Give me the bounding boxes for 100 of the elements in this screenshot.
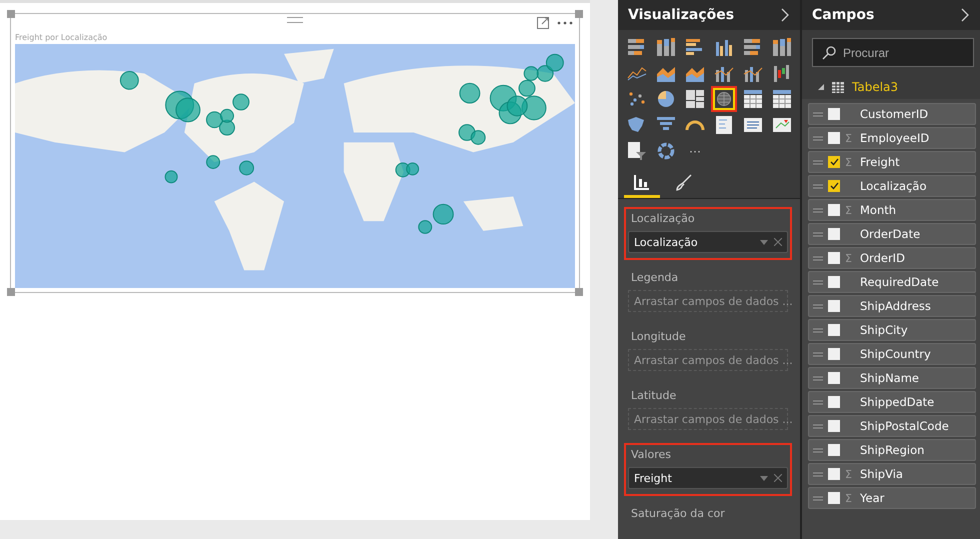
slicer-chart-icon — [713, 114, 735, 136]
sigma-icon: Σ — [845, 468, 855, 480]
drag-handle-icon[interactable] — [813, 136, 823, 140]
visual-type-button[interactable] — [771, 88, 793, 110]
field-name: OrderDate — [860, 227, 920, 241]
well-label: Legenda — [630, 271, 680, 284]
resize-handle[interactable] — [575, 10, 583, 18]
field-item[interactable]: Σ Year — [808, 487, 976, 509]
field-item[interactable]: ShipPostalCode — [808, 415, 976, 437]
well-label: Localização — [630, 212, 696, 225]
field-item[interactable]: Σ EmployeeID — [808, 127, 976, 149]
sigma-icon: Σ — [845, 132, 855, 144]
field-checkbox[interactable] — [828, 492, 840, 504]
drag-grip-icon[interactable] — [287, 17, 303, 23]
field-name: Month — [860, 203, 896, 217]
visual-type-button[interactable] — [655, 88, 677, 110]
drag-handle-icon[interactable] — [813, 400, 823, 404]
search-field[interactable]: Procurar — [812, 38, 974, 67]
field-item[interactable]: ShipName — [808, 367, 976, 389]
field-checkbox[interactable] — [828, 252, 840, 264]
field-checkbox[interactable] — [828, 300, 840, 312]
drag-handle-icon[interactable] — [813, 376, 823, 380]
field-chip[interactable]: Localização — [628, 231, 788, 253]
visual-type-button[interactable] — [655, 140, 677, 162]
drag-handle-icon[interactable] — [813, 160, 823, 164]
field-item[interactable]: ShipAddress — [808, 295, 976, 317]
field-checkbox[interactable] — [828, 204, 840, 216]
collapse-triangle-icon[interactable] — [818, 84, 824, 90]
table-name[interactable]: Tabela3 — [852, 80, 898, 94]
chevron-right-icon[interactable] — [780, 8, 790, 22]
field-item[interactable]: Localização — [808, 175, 976, 197]
checkmark-icon — [830, 158, 838, 166]
field-item[interactable]: ShipCity — [808, 319, 976, 341]
field-item[interactable]: RequiredDate — [808, 271, 976, 293]
field-name: ShipRegion — [860, 443, 924, 457]
visual-type-button[interactable] — [713, 88, 735, 110]
visual-type-button[interactable] — [684, 88, 706, 110]
field-name: ShipCountry — [860, 347, 931, 361]
resize-handle[interactable] — [7, 288, 15, 296]
visual-type-button[interactable] — [713, 114, 735, 136]
visual-type-button[interactable] — [771, 36, 793, 58]
panel-title: Visualizações — [628, 7, 734, 23]
field-name: Localização — [860, 179, 926, 193]
resize-handle[interactable] — [7, 10, 15, 18]
drag-handle-icon[interactable] — [813, 352, 823, 356]
field-item[interactable]: ShippedDate — [808, 391, 976, 413]
field-item[interactable]: OrderDate — [808, 223, 976, 245]
drag-handle-icon[interactable] — [813, 232, 823, 236]
more-options-icon[interactable] — [557, 21, 573, 25]
drag-handle-icon[interactable] — [813, 472, 823, 476]
pie-chart-icon — [655, 88, 677, 110]
field-checkbox[interactable] — [828, 372, 840, 384]
field-item[interactable]: Σ OrderID — [808, 247, 976, 269]
field-checkbox[interactable] — [828, 108, 840, 120]
drag-handle-icon[interactable] — [813, 424, 823, 428]
field-checkbox[interactable] — [828, 324, 840, 336]
field-chip[interactable]: Freight — [628, 467, 788, 489]
close-icon[interactable] — [774, 474, 782, 482]
drag-handle-icon[interactable] — [813, 328, 823, 332]
field-checkbox[interactable] — [828, 468, 840, 480]
drag-handle-icon[interactable] — [813, 256, 823, 260]
drag-handle-icon[interactable] — [813, 280, 823, 284]
caret-icon[interactable] — [760, 476, 768, 480]
field-name: RequiredDate — [860, 275, 939, 289]
drag-handle-icon[interactable] — [813, 496, 823, 500]
field-item[interactable]: Σ Freight — [808, 151, 976, 173]
field-checkbox[interactable] — [828, 396, 840, 408]
drag-handle-icon[interactable] — [813, 112, 823, 116]
field-checkbox[interactable] — [828, 228, 840, 240]
resize-handle[interactable] — [575, 288, 583, 296]
field-name: OrderID — [860, 251, 905, 265]
field-checkbox[interactable] — [828, 444, 840, 456]
field-item[interactable]: Σ Month — [808, 199, 976, 221]
paintbrush-icon — [675, 172, 693, 190]
focus-mode-icon[interactable] — [537, 17, 549, 29]
drag-handle-icon[interactable] — [813, 208, 823, 212]
field-chip-label: Freight — [634, 472, 673, 484]
drag-handle-icon[interactable] — [813, 448, 823, 452]
field-checkbox[interactable] — [828, 420, 840, 432]
field-checkbox[interactable] — [828, 156, 840, 168]
field-checkbox[interactable] — [828, 348, 840, 360]
panel-title: Campos — [812, 7, 874, 23]
field-item[interactable]: ShipCountry — [808, 343, 976, 365]
more-visuals-button[interactable]: ··· — [684, 140, 706, 162]
visual-type-button[interactable] — [655, 36, 677, 58]
caret-icon[interactable] — [760, 240, 768, 244]
chevron-right-icon[interactable] — [960, 8, 970, 22]
close-icon[interactable] — [774, 238, 782, 246]
drag-handle-icon[interactable] — [813, 304, 823, 308]
field-checkbox[interactable] — [828, 276, 840, 288]
search-icon — [822, 46, 836, 60]
field-name: Year — [860, 491, 884, 505]
field-item[interactable]: ShipRegion — [808, 439, 976, 461]
field-checkbox[interactable] — [828, 180, 840, 192]
field-checkbox[interactable] — [828, 132, 840, 144]
visual-type-button[interactable] — [742, 88, 764, 110]
field-item[interactable]: Σ ShipVia — [808, 463, 976, 485]
drag-handle-icon[interactable] — [813, 184, 823, 188]
visual-type-button[interactable] — [626, 140, 648, 162]
field-item[interactable]: CustomerID — [808, 103, 976, 125]
